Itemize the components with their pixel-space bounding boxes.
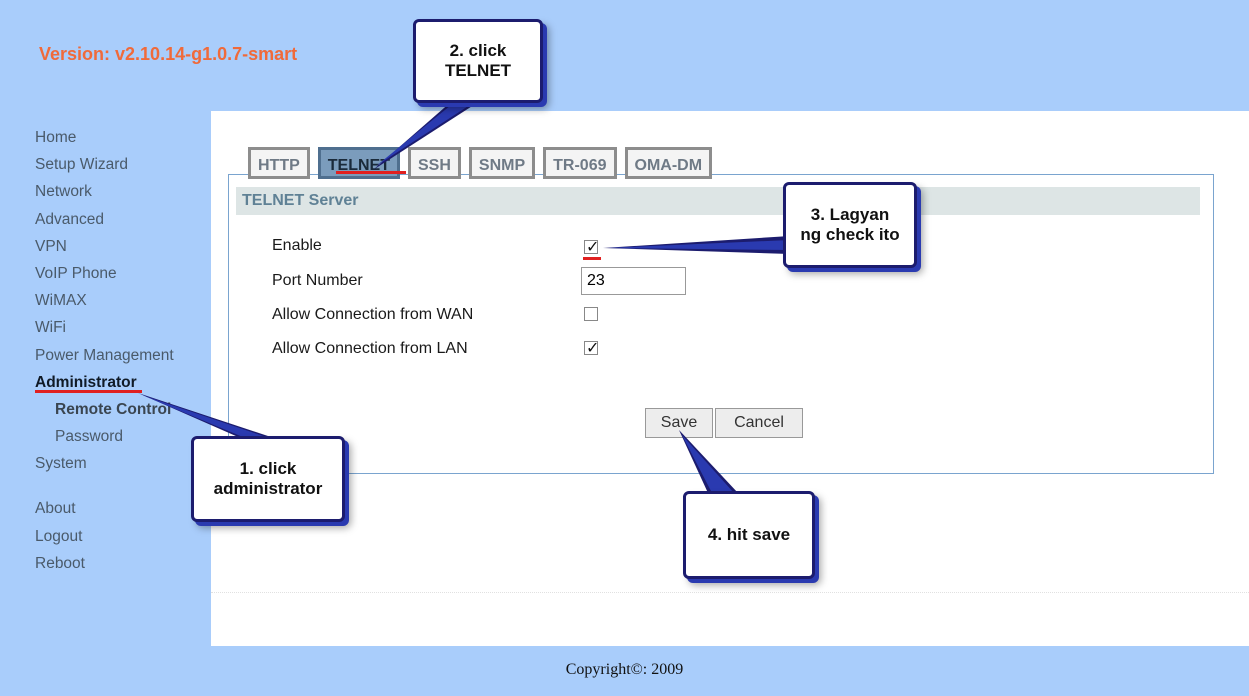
tab-oma-dm[interactable]: OMA-DM (624, 147, 713, 179)
sidebar-item-about[interactable]: About (35, 495, 210, 522)
sidebar-item-network[interactable]: Network (35, 178, 210, 205)
service-tabs: HTTP TELNET SSH SNMP TR-069 OMA-DM (248, 147, 713, 179)
callout-line: ng check ito (800, 225, 900, 244)
sidebar-item-wifi[interactable]: WiFi (35, 314, 210, 341)
panel-title: TELNET Server (236, 187, 1200, 215)
sidebar-item-vpn[interactable]: VPN (35, 233, 210, 260)
allow-wan-label: Allow Connection from WAN (272, 306, 474, 323)
sidebar-item-voip-phone[interactable]: VoIP Phone (35, 260, 210, 287)
sidebar-item-wimax[interactable]: WiMAX (35, 287, 210, 314)
firmware-version: Version: v2.10.14-g1.0.7-smart (39, 44, 298, 64)
allow-lan-checkbox[interactable]: ✓ (584, 340, 600, 357)
callout-line: TELNET (444, 61, 512, 80)
port-number-input[interactable] (581, 267, 686, 295)
tab-tr-069[interactable]: TR-069 (543, 147, 617, 179)
tab-telnet[interactable]: TELNET (317, 147, 400, 179)
callout-line: 1. click (239, 459, 297, 478)
callout-line: administrator (213, 479, 323, 498)
sidebar-item-home[interactable]: Home (35, 124, 210, 151)
content-divider (211, 592, 1249, 593)
enable-checkbox[interactable]: ✓ (584, 239, 600, 256)
sidebar-subitem-remote-control[interactable]: Remote Control (35, 396, 210, 423)
allow-lan-label: Allow Connection from LAN (272, 340, 468, 357)
enable-label: Enable (272, 237, 322, 254)
sidebar-item-setup-wizard[interactable]: Setup Wizard (35, 151, 210, 178)
administrator-underline-annotation (35, 390, 142, 393)
cancel-button[interactable]: Cancel (715, 408, 803, 438)
copyright: Copyright©: 2009 (565, 661, 684, 678)
save-button[interactable]: Save (645, 408, 713, 438)
tab-http[interactable]: HTTP (248, 147, 310, 179)
sidebar-item-logout[interactable]: Logout (35, 523, 210, 550)
port-number-label: Port Number (272, 272, 363, 289)
callout-line: 2. click (449, 41, 507, 60)
telnet-underline-annotation (336, 171, 406, 174)
sidebar-item-power-management[interactable]: Power Management (35, 342, 210, 369)
check-icon: ✓ (586, 239, 600, 256)
callout-line: 3. Lagyan (810, 205, 890, 224)
enable-underline-annotation (583, 257, 601, 260)
sidebar-item-advanced[interactable]: Advanced (35, 206, 210, 233)
callout-check-enable: 3. Lagyan ng check ito (783, 182, 917, 268)
sidebar-subitem-password[interactable]: Password (35, 423, 210, 450)
sidebar-item-reboot[interactable]: Reboot (35, 550, 210, 577)
callout-hit-save: 4. hit save (683, 491, 815, 579)
allow-wan-checkbox[interactable] (584, 307, 598, 321)
callout-click-telnet: 2. click TELNET (413, 19, 543, 103)
sidebar-item-system[interactable]: System (35, 450, 210, 477)
tab-snmp[interactable]: SNMP (468, 147, 536, 179)
sidebar-nav: Home Setup Wizard Network Advanced VPN V… (35, 124, 210, 577)
callout-click-administrator: 1. click administrator (191, 436, 345, 522)
check-icon: ✓ (586, 340, 600, 357)
tab-ssh[interactable]: SSH (408, 147, 461, 179)
